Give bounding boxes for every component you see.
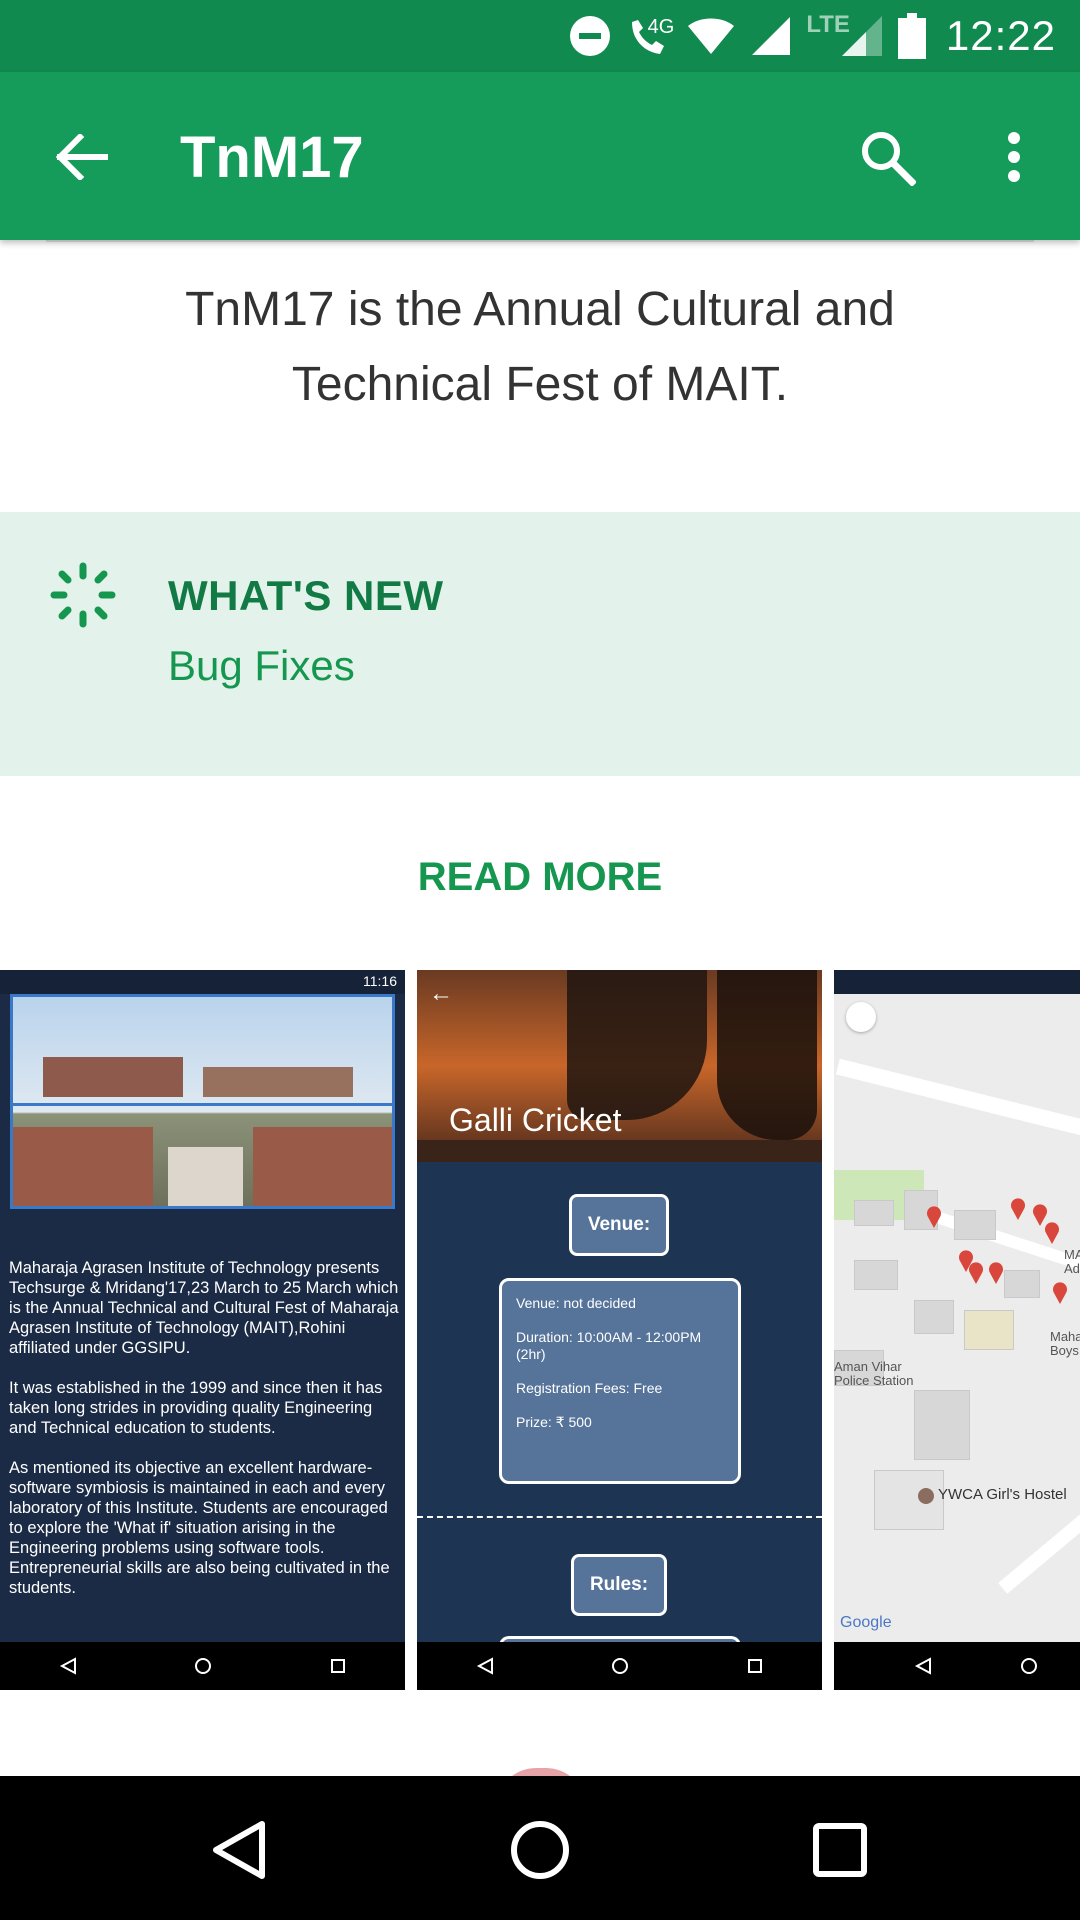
app-title: TnM17 (180, 125, 364, 190)
screenshot-2[interactable]: ← Galli Cricket Venue: Venue: not decide… (417, 970, 822, 1690)
status-icons: 4G LTE 12:22 (568, 0, 1080, 72)
mini-back-icon (476, 1657, 493, 1675)
app-details-page: 4G LTE 12:22 TnM17 TnM17 is the Annual C… (0, 0, 1080, 1920)
mini-recents-icon (748, 1659, 763, 1673)
event-back-icon: ← (429, 980, 453, 1007)
mini-nav-bar (0, 1642, 405, 1690)
venue-text: Venue: not decided (516, 1295, 636, 1311)
shot1-paragraph: It was established in the 1999 and since… (9, 1379, 383, 1437)
event-title: Galli Cricket (449, 1102, 622, 1138)
dashed-divider (417, 1516, 822, 1518)
venue-heading: Venue: (569, 1194, 669, 1256)
mini-status-time: 11:16 (363, 973, 397, 989)
screenshot-1[interactable]: 11:16 Maharaja Agrasen Institute of Tech… (0, 970, 405, 1690)
nav-recents-button[interactable] (790, 1800, 890, 1900)
network-type-label: 4G (647, 16, 675, 38)
back-button[interactable] (46, 122, 116, 192)
mini-recents-icon (331, 1659, 346, 1673)
mini-back-icon (914, 1657, 931, 1675)
status-bar: 4G LTE 12:22 (0, 0, 1080, 72)
app-bar: TnM17 (0, 72, 1080, 240)
map-label-maha-boys: Maha Boys (1050, 1329, 1080, 1358)
fees-text: Registration Fees: Free (516, 1380, 663, 1396)
divider (46, 240, 1034, 242)
more-vert-icon (1008, 132, 1020, 182)
status-time: 12:22 (945, 12, 1056, 59)
map-label-mait: MA Ad (1064, 1247, 1080, 1276)
whats-new-title: WHAT'S NEW (168, 572, 444, 619)
mini-status-bar (834, 970, 1080, 994)
event-info-box: Venue: not decided Duration: 10:00AM - 1… (499, 1278, 741, 1484)
whats-new-section[interactable] (0, 512, 1080, 776)
system-nav-bar (0, 1776, 1080, 1920)
search-icon (862, 132, 916, 186)
loading-spinner-icon (50, 562, 116, 628)
map-label-police-station: Aman Vihar Police Station (834, 1359, 914, 1388)
nav-recents-icon (813, 1823, 867, 1877)
wifi-icon (686, 16, 736, 56)
prize-text: Prize: ₹ 500 (516, 1414, 592, 1430)
mini-home-icon (195, 1658, 212, 1674)
google-logo: Google (840, 1614, 892, 1631)
campus-photo (10, 994, 395, 1209)
shot1-text: Maharaja Agrasen Institute of Technology… (9, 1258, 401, 1618)
arrow-back-icon (55, 134, 108, 180)
battery-icon (897, 13, 926, 59)
shot1-paragraph: As mentioned its objective an excellent … (9, 1459, 390, 1597)
signal-strength-2-icon (840, 14, 884, 58)
map-label-hostel: YWCA Girl's Hostel (938, 1486, 1067, 1503)
mini-nav-bar (417, 1642, 822, 1690)
app-description: TnM17 is the Annual Cultural and Technic… (185, 283, 895, 411)
whats-new-text: Bug Fixes (168, 642, 355, 689)
more-options-button[interactable] (984, 120, 1044, 194)
volte-call-icon: 4G (626, 14, 675, 58)
mini-nav-bar (834, 1642, 1080, 1690)
signal-strength-icon (750, 15, 792, 57)
hostel-marker-icon (918, 1488, 934, 1504)
compass-icon[interactable] (846, 1002, 876, 1032)
rules-heading: Rules: (571, 1554, 667, 1616)
mini-status-bar: 11:16 (0, 970, 405, 994)
nav-back-button[interactable] (190, 1800, 290, 1900)
duration-text: Duration: 10:00AM - 12:00PM (2hr) (516, 1329, 702, 1362)
search-button[interactable] (850, 120, 924, 194)
nav-back-icon (213, 1821, 265, 1879)
mini-home-icon (1021, 1658, 1037, 1674)
read-more-button[interactable]: READ MORE (0, 855, 1080, 900)
nav-home-icon (511, 1821, 569, 1879)
mini-home-icon (612, 1658, 629, 1674)
do-not-disturb-icon (568, 14, 612, 58)
shot1-paragraph: Maharaja Agrasen Institute of Technology… (9, 1259, 399, 1357)
screenshot-3[interactable]: MA Ad Maha Boys Aman Vihar Police Statio… (834, 970, 1080, 1690)
nav-home-button[interactable] (490, 1800, 590, 1900)
mini-back-icon (59, 1657, 76, 1675)
